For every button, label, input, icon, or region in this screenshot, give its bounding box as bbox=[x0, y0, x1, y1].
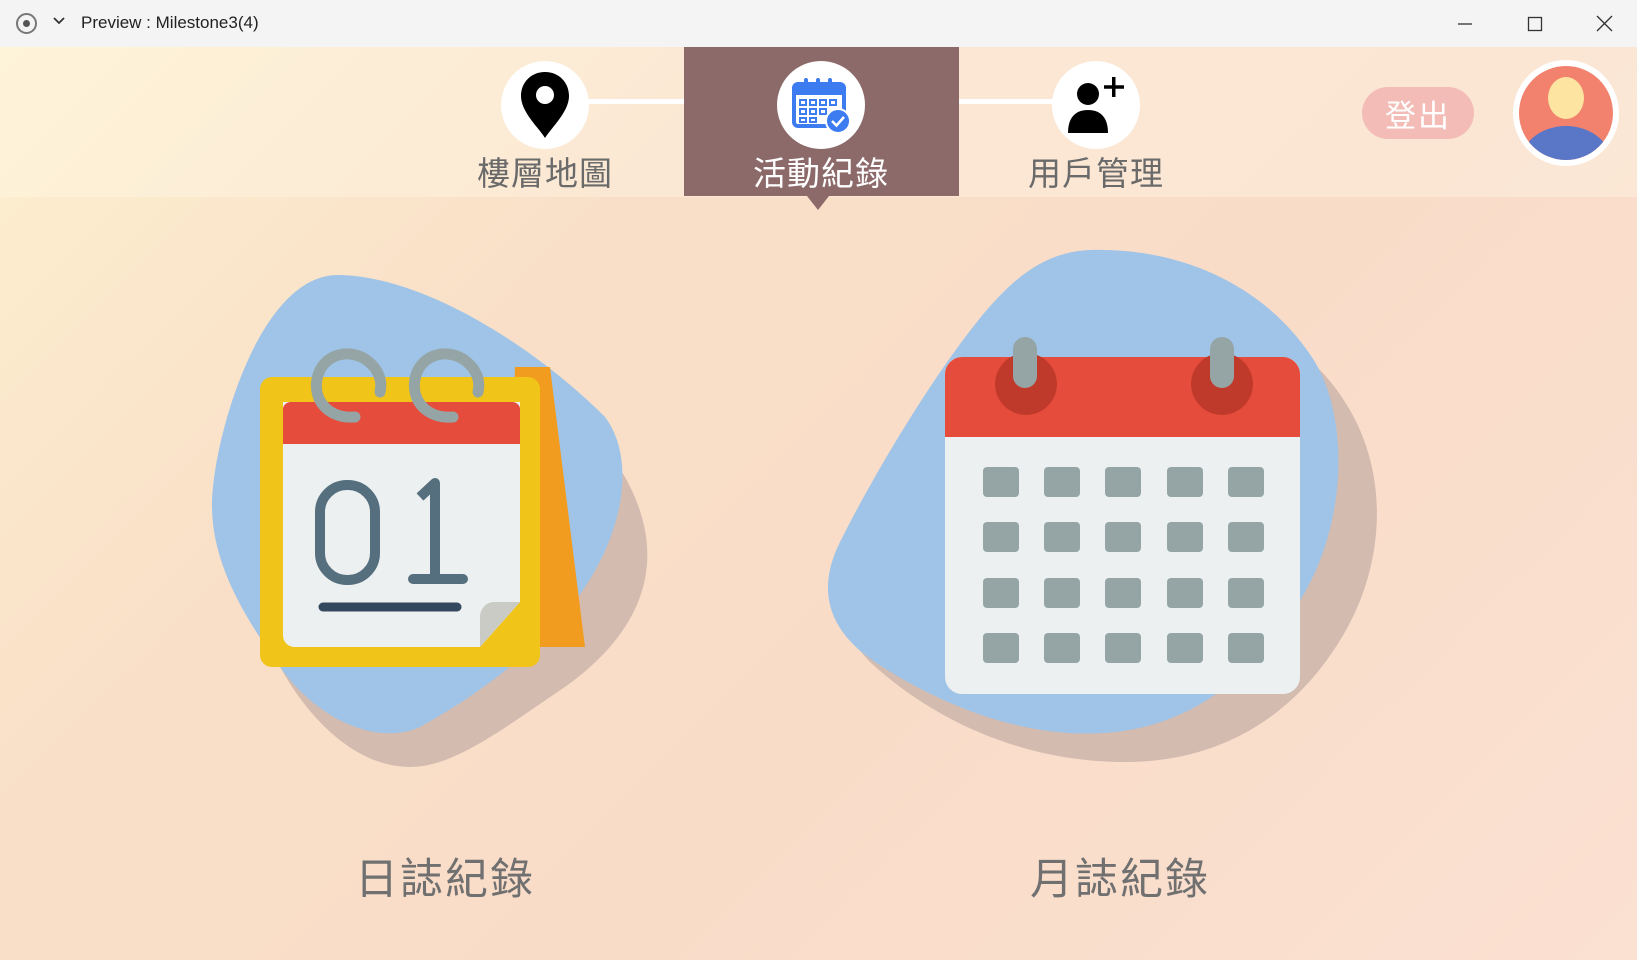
nav-item-activity-records[interactable]: 活動紀錄 bbox=[701, 47, 941, 196]
minimize-button[interactable] bbox=[1432, 0, 1498, 47]
nav-icon-circle bbox=[501, 61, 589, 149]
logout-button[interactable]: 登出 bbox=[1362, 87, 1474, 139]
add-user-icon bbox=[1068, 77, 1124, 133]
monthly-records-card[interactable]: 月誌紀錄 bbox=[825, 242, 1425, 907]
user-avatar-icon bbox=[1519, 66, 1613, 160]
minimize-icon bbox=[1458, 22, 1472, 25]
card-label: 月誌紀錄 bbox=[1030, 855, 1210, 905]
nav-item-user-management[interactable]: 用戶管理 bbox=[976, 47, 1216, 196]
calendar-check-icon bbox=[792, 78, 851, 134]
nav-icon-circle bbox=[777, 61, 865, 149]
map-pin-icon bbox=[521, 72, 569, 138]
card-label: 日誌紀錄 bbox=[355, 855, 535, 905]
nav-item-floor-map[interactable]: 樓層地圖 bbox=[425, 47, 665, 196]
monthly-calendar-icon bbox=[827, 249, 1377, 762]
maximize-icon bbox=[1527, 16, 1543, 31]
daily-calendar-icon bbox=[211, 274, 648, 767]
nav-icon-circle bbox=[1052, 61, 1140, 149]
window-title: Preview : Milestone3(4) bbox=[81, 13, 259, 32]
active-tab-pointer bbox=[807, 196, 829, 210]
app-content: 樓層地圖 活動紀錄 用戶管理 登出 日誌紀錄 月誌紀錄 bbox=[0, 47, 1637, 960]
nav-item-label: 用戶管理 bbox=[1028, 154, 1164, 193]
record-icon[interactable] bbox=[16, 13, 37, 34]
close-icon bbox=[1596, 15, 1612, 32]
nav-item-label: 活動紀錄 bbox=[753, 154, 889, 193]
maximize-button[interactable] bbox=[1502, 0, 1568, 47]
daily-records-card[interactable]: 日誌紀錄 bbox=[205, 257, 685, 907]
nav-item-label: 樓層地圖 bbox=[477, 154, 613, 193]
chevron-down-icon[interactable] bbox=[52, 14, 66, 28]
window-titlebar: Preview : Milestone3(4) bbox=[0, 0, 1637, 47]
close-button[interactable] bbox=[1571, 0, 1637, 47]
avatar[interactable] bbox=[1513, 60, 1619, 166]
